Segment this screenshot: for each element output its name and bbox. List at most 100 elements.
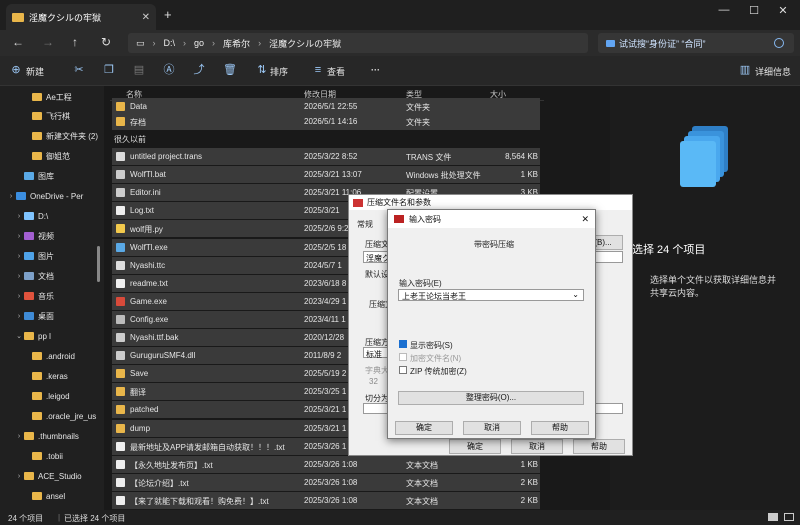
show-password-checkbox[interactable] xyxy=(399,340,407,348)
paste-icon[interactable]: ▤ xyxy=(133,64,145,76)
sidebar-item[interactable]: .tobii xyxy=(22,448,63,464)
tiles-view-icon[interactable] xyxy=(784,513,794,521)
zip-legacy-label: ZIP 传统加密(Z) xyxy=(410,367,467,376)
show-password-label: 显示密码(S) xyxy=(410,341,453,350)
chevron-icon[interactable]: › xyxy=(14,433,24,440)
sidebar-item[interactable]: › 图片 xyxy=(14,248,54,264)
close-icon[interactable]: ✕ xyxy=(581,214,589,225)
breadcrumb-item[interactable]: 库希尔 xyxy=(223,37,250,50)
chevron-down-icon[interactable]: ⌄ xyxy=(572,290,579,299)
sidebar-item[interactable]: 御姐范 xyxy=(22,148,70,164)
folder-icon xyxy=(24,432,34,440)
minimize-button[interactable]: — xyxy=(714,4,734,16)
breadcrumb-item[interactable]: go xyxy=(194,38,204,48)
sidebar-item-label: OneDrive - Per xyxy=(30,191,84,201)
rename-icon[interactable]: Ⓐ xyxy=(163,64,175,76)
sidebar-item[interactable]: › 桌面 xyxy=(14,308,54,324)
sidebar-item[interactable]: › .thumbnails xyxy=(14,428,79,444)
group-header[interactable]: 很久以前 xyxy=(114,134,146,145)
sort-button[interactable]: 排序 xyxy=(270,65,288,78)
tab-general[interactable]: 常规 xyxy=(357,219,373,230)
back-arrow-icon[interactable]: ← xyxy=(12,35,24,49)
delete-icon[interactable]: 🗑 xyxy=(223,64,237,76)
organize-passwords-button[interactable]: 整理密码(O)... xyxy=(398,391,584,405)
sidebar-item[interactable]: .android xyxy=(22,348,75,364)
chevron-icon[interactable]: › xyxy=(14,233,24,240)
password-cancel-button[interactable]: 取消 xyxy=(463,421,521,435)
chevron-icon[interactable]: › xyxy=(14,313,24,320)
breadcrumb-item[interactable]: D:\ xyxy=(164,38,176,48)
folder-icon xyxy=(24,212,34,220)
file-date: 2025/3/26 1:08 xyxy=(304,477,358,487)
sidebar-item[interactable]: 飞行棋 xyxy=(22,108,70,124)
sidebar-item[interactable]: .leigod xyxy=(22,388,70,404)
forward-arrow-icon[interactable]: → xyxy=(42,35,54,49)
sidebar-item[interactable]: .keras xyxy=(22,368,68,384)
chevron-icon[interactable]: › xyxy=(6,193,16,200)
compress-help-button[interactable]: 帮助 xyxy=(573,439,625,454)
tab-current-folder[interactable]: 淫魔クシルの牢獄 ✕ xyxy=(6,4,156,30)
zip-legacy-checkbox[interactable] xyxy=(399,366,407,374)
id-card-icon xyxy=(606,39,615,47)
sidebar-item[interactable]: › 视频 xyxy=(14,228,54,244)
chevron-icon[interactable]: › xyxy=(14,273,24,280)
file-icon xyxy=(116,333,125,342)
password-input[interactable]: 上老王论坛当老王 ⌄ xyxy=(398,289,584,301)
more-button[interactable]: ··· xyxy=(371,65,380,75)
file-row[interactable]: 存档 2026/5/1 14:16 文件夹 xyxy=(112,113,540,130)
file-row[interactable]: untitled project.trans 2025/3/22 8:52 TRAN… xyxy=(112,148,540,165)
new-tab-button[interactable]: + xyxy=(164,7,172,22)
sidebar-item[interactable]: ansel xyxy=(22,488,65,504)
sidebar-item[interactable]: › D:\ xyxy=(14,208,48,224)
password-help-button[interactable]: 帮助 xyxy=(531,421,589,435)
copy-icon[interactable]: ❐ xyxy=(103,64,115,76)
password-dialog-title-bar: 输入密码 ✕ xyxy=(388,210,595,228)
compress-cancel-button[interactable]: 取消 xyxy=(511,439,563,454)
nav-scrollbar[interactable] xyxy=(97,246,100,282)
password-ok-button[interactable]: 确定 xyxy=(395,421,453,435)
sidebar-item[interactable]: 图库 xyxy=(14,168,54,184)
sidebar-item[interactable]: › ACE_Studio xyxy=(14,468,82,484)
sidebar-item[interactable]: › 文档 xyxy=(14,268,54,284)
sidebar-item[interactable]: Ae工程 xyxy=(22,89,72,105)
close-window-button[interactable]: ✕ xyxy=(773,4,793,17)
compress-ok-button[interactable]: 确定 xyxy=(449,439,501,454)
maximize-button[interactable]: ☐ xyxy=(744,4,764,17)
up-arrow-icon[interactable]: ↑ xyxy=(72,35,78,49)
refresh-icon[interactable]: ↻ xyxy=(101,35,111,49)
file-row[interactable]: 【来了就能下载和观看！购免费！】.txt 2025/3/26 1:08 文本文档 2 … xyxy=(112,491,540,509)
search-icon[interactable] xyxy=(774,38,784,48)
file-row[interactable]: 【永久地址发布页】.txt 2025/3/26 1:08 文本文档 1 KB xyxy=(112,455,540,473)
file-size: 1 KB xyxy=(520,459,538,469)
file-icon xyxy=(116,477,125,487)
details-button[interactable]: 详细信息 xyxy=(755,65,791,78)
sidebar-item[interactable]: › 音乐 xyxy=(14,288,54,304)
file-row[interactable]: 【论坛介绍】.txt 2025/3/26 1:08 文本文档 2 KB xyxy=(112,473,540,491)
new-button[interactable]: 新建 xyxy=(26,65,44,78)
chevron-icon[interactable]: ⌄ xyxy=(14,332,24,340)
chevron-icon[interactable]: › xyxy=(14,473,24,480)
sidebar-item[interactable]: .oracle_jre_us xyxy=(22,408,96,424)
breadcrumb[interactable]: ▭ › D:\ › go › 库希尔 › 淫魔クシルの牢獄 xyxy=(128,33,588,53)
new-plus-icon: ⊕ xyxy=(11,64,21,76)
file-row[interactable]: WolfTl.bat 2025/3/21 13:07 Windows 批处理文件 1 … xyxy=(112,166,540,184)
encrypt-names-checkbox[interactable] xyxy=(399,353,407,361)
sidebar-item[interactable]: ⌄ pp l xyxy=(14,328,51,344)
default-profile-label: 默认设 xyxy=(365,270,389,279)
sidebar-item[interactable]: › OneDrive - Per xyxy=(6,188,84,204)
sidebar-item-label: .android xyxy=(46,351,75,361)
search-input[interactable]: 试试搜“身份证” “合同” xyxy=(598,33,794,53)
chevron-icon[interactable]: › xyxy=(14,253,24,260)
sidebar-item[interactable]: 新建文件夹 (2) xyxy=(22,128,98,144)
view-button[interactable]: 查看 xyxy=(327,65,345,78)
breadcrumb-item[interactable]: 淫魔クシルの牢獄 xyxy=(269,37,341,50)
cut-icon[interactable]: ✂ xyxy=(73,64,85,76)
file-icon xyxy=(116,260,125,270)
details-view-icon[interactable] xyxy=(768,513,778,521)
multi-file-icon xyxy=(680,126,730,187)
folder-icon xyxy=(24,172,34,180)
tab-close-icon[interactable]: ✕ xyxy=(142,12,150,23)
chevron-icon[interactable]: › xyxy=(14,293,24,300)
chevron-icon[interactable]: › xyxy=(14,213,24,220)
share-icon[interactable]: ⤴ xyxy=(193,64,205,76)
